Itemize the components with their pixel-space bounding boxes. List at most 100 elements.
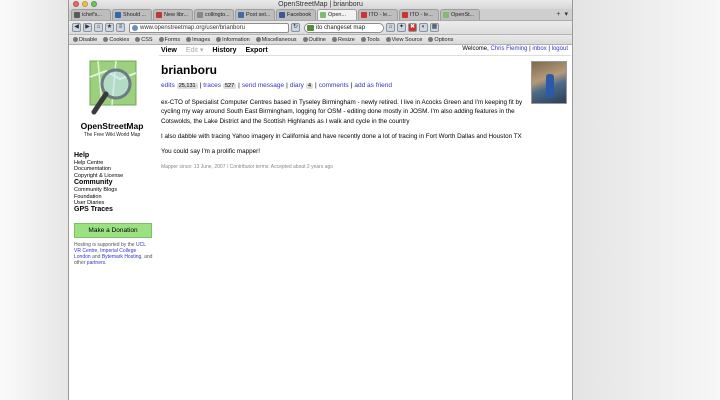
tab-label: Facebook [287,12,312,18]
tab-edit[interactable]: Edit ▾ [186,46,204,54]
browser-tab[interactable]: collingto... [194,9,234,20]
devtool-miscellaneous[interactable]: Miscellaneous [255,37,297,43]
diary-link[interactable]: diary [290,82,304,89]
tab-favicon-icon [156,12,162,18]
comments-link[interactable]: comments [319,82,349,89]
tab-label: ITO - le... [410,12,433,18]
url-text: www.openstreetmap.org/user/brianboru [140,24,246,31]
user-box: Welcome, Chris Fleming | inbox | logout [462,46,568,52]
reload-icon[interactable]: ↻ [291,23,300,32]
new-tab-icon[interactable]: + [556,9,560,20]
osm-logo[interactable] [76,57,152,120]
main-content: View Edit ▾ History Export Welcome, Chri… [159,45,571,170]
history-icon[interactable]: ≡ [116,23,125,32]
devtool-resize[interactable]: Resize [331,37,355,43]
home-button[interactable]: ⌂ [386,23,395,32]
devtool-cookies[interactable]: Cookies [103,37,129,43]
browser-tab[interactable]: Facebook [276,9,316,20]
inbox-link[interactable]: inbox [532,46,546,52]
devtool-tools[interactable]: Tools [360,37,380,43]
traces-link[interactable]: traces [203,82,221,89]
bookmarks-icon[interactable]: ★ [105,23,114,32]
home-icon[interactable]: ⌂ [94,23,103,32]
devtool-icon [158,37,164,42]
devtool-icon [186,37,192,42]
sidebar-item-gps-traces[interactable]: GPS Traces [74,206,150,214]
window-controls [73,1,97,7]
current-user-link[interactable]: Chris Fleming [490,46,527,52]
tab-list-icon[interactable]: ▾ [564,9,568,20]
profile-stats: edits 25,131 | traces 527 | send message… [161,82,392,89]
tab-export[interactable]: Export [245,47,267,54]
browser-tab[interactable]: OpenSt... [440,9,480,20]
edits-link[interactable]: edits [161,82,175,89]
devtool-icon [302,37,308,42]
tab-strip-controls: + ▾ [556,9,572,20]
devtool-forms[interactable]: Forms [158,37,180,43]
extension-icon[interactable]: ◐ [419,23,428,32]
tab-history[interactable]: History [212,47,236,54]
tab-strip: ichef's... Should ... New libr... collingto… [69,9,572,21]
browser-tab[interactable]: ITO - le... [399,9,439,20]
devtool-information[interactable]: Information [216,37,250,43]
devtool-outline[interactable]: Outline [302,37,326,43]
tab-favicon-icon [320,12,326,18]
profile-bio: ex-CTO of Specialist Computer Centres ba… [161,98,531,156]
devtool-disable[interactable]: Disable [73,37,97,43]
tab-label: Open... [328,12,347,18]
address-bar[interactable]: www.openstreetmap.org/user/brianboru [129,22,289,33]
devtool-view-source[interactable]: View Source [385,37,422,43]
devtool-images[interactable]: Images [186,37,210,43]
minimize-window-button[interactable] [82,1,88,7]
back-button[interactable]: ◀ [72,23,81,32]
tools-icon[interactable]: ▦ [430,23,439,32]
tab-favicon-icon [115,12,121,18]
add-friend-link[interactable]: add as friend [354,82,392,89]
edits-count-badge: 25,131 [176,82,198,89]
zoom-window-button[interactable] [91,1,97,7]
browser-tab[interactable]: ichef's... [71,9,111,20]
send-message-link[interactable]: send message [242,82,284,89]
close-window-button[interactable] [73,1,79,7]
partners-link[interactable]: partners. [87,260,107,266]
traces-count-badge: 527 [222,82,237,89]
tab-favicon-icon [361,12,367,18]
tab-view[interactable]: View [161,47,177,54]
logo-tagline: The Free Wiki World Map [83,132,141,138]
devtool-icon [331,37,337,42]
desktop-background-left [0,0,68,400]
magnifier-map-icon [89,60,137,115]
logout-link[interactable]: logout [552,46,568,52]
avatar [531,61,567,104]
sidebar-item-help[interactable]: Help [74,152,150,160]
sidebar-item-community[interactable]: Community [74,179,150,187]
forward-button[interactable]: ▶ [83,23,92,32]
abp-icon[interactable]: ✖ [408,23,417,32]
browser-tab[interactable]: New libr... [153,9,193,20]
devtool-icon [385,37,391,42]
tab-favicon-icon [197,12,203,18]
devtool-css[interactable]: CSS [135,37,153,43]
browser-tab[interactable]: ITO - le... [358,9,398,20]
make-donation-button[interactable]: Make a Donation [74,223,152,239]
tab-favicon-icon [238,12,244,18]
browser-tab[interactable]: Post set... [235,9,275,20]
search-engine-icon [307,24,314,31]
diary-count-badge: 4 [305,82,313,89]
hosting-link-bytemark[interactable]: Bytemark Hosting [102,254,141,260]
sidebar: OpenStreetMap The Free Wiki World Map He… [69,45,155,390]
browser-tab[interactable]: Should ... [112,9,152,20]
search-bar[interactable]: ito changeset map [304,22,384,33]
sidebar-nav: Help Help Centre Documentation Copyright & … [74,152,150,214]
browser-tab[interactable]: Open... [317,9,357,20]
tab-label: Should ... [123,12,147,18]
devtool-options[interactable]: Options [428,37,453,43]
mapper-since: Mapper since: 13 June, 2007 / Contributo… [161,164,334,171]
addon-icon[interactable]: ✦ [397,23,406,32]
devtool-icon [428,37,434,42]
tab-label: ITO - le... [369,12,392,18]
devtool-icon [216,37,222,42]
tab-favicon-icon [74,12,80,18]
devtool-icon [360,37,366,42]
page-content: OpenStreetMap The Free Wiki World Map He… [69,45,572,390]
